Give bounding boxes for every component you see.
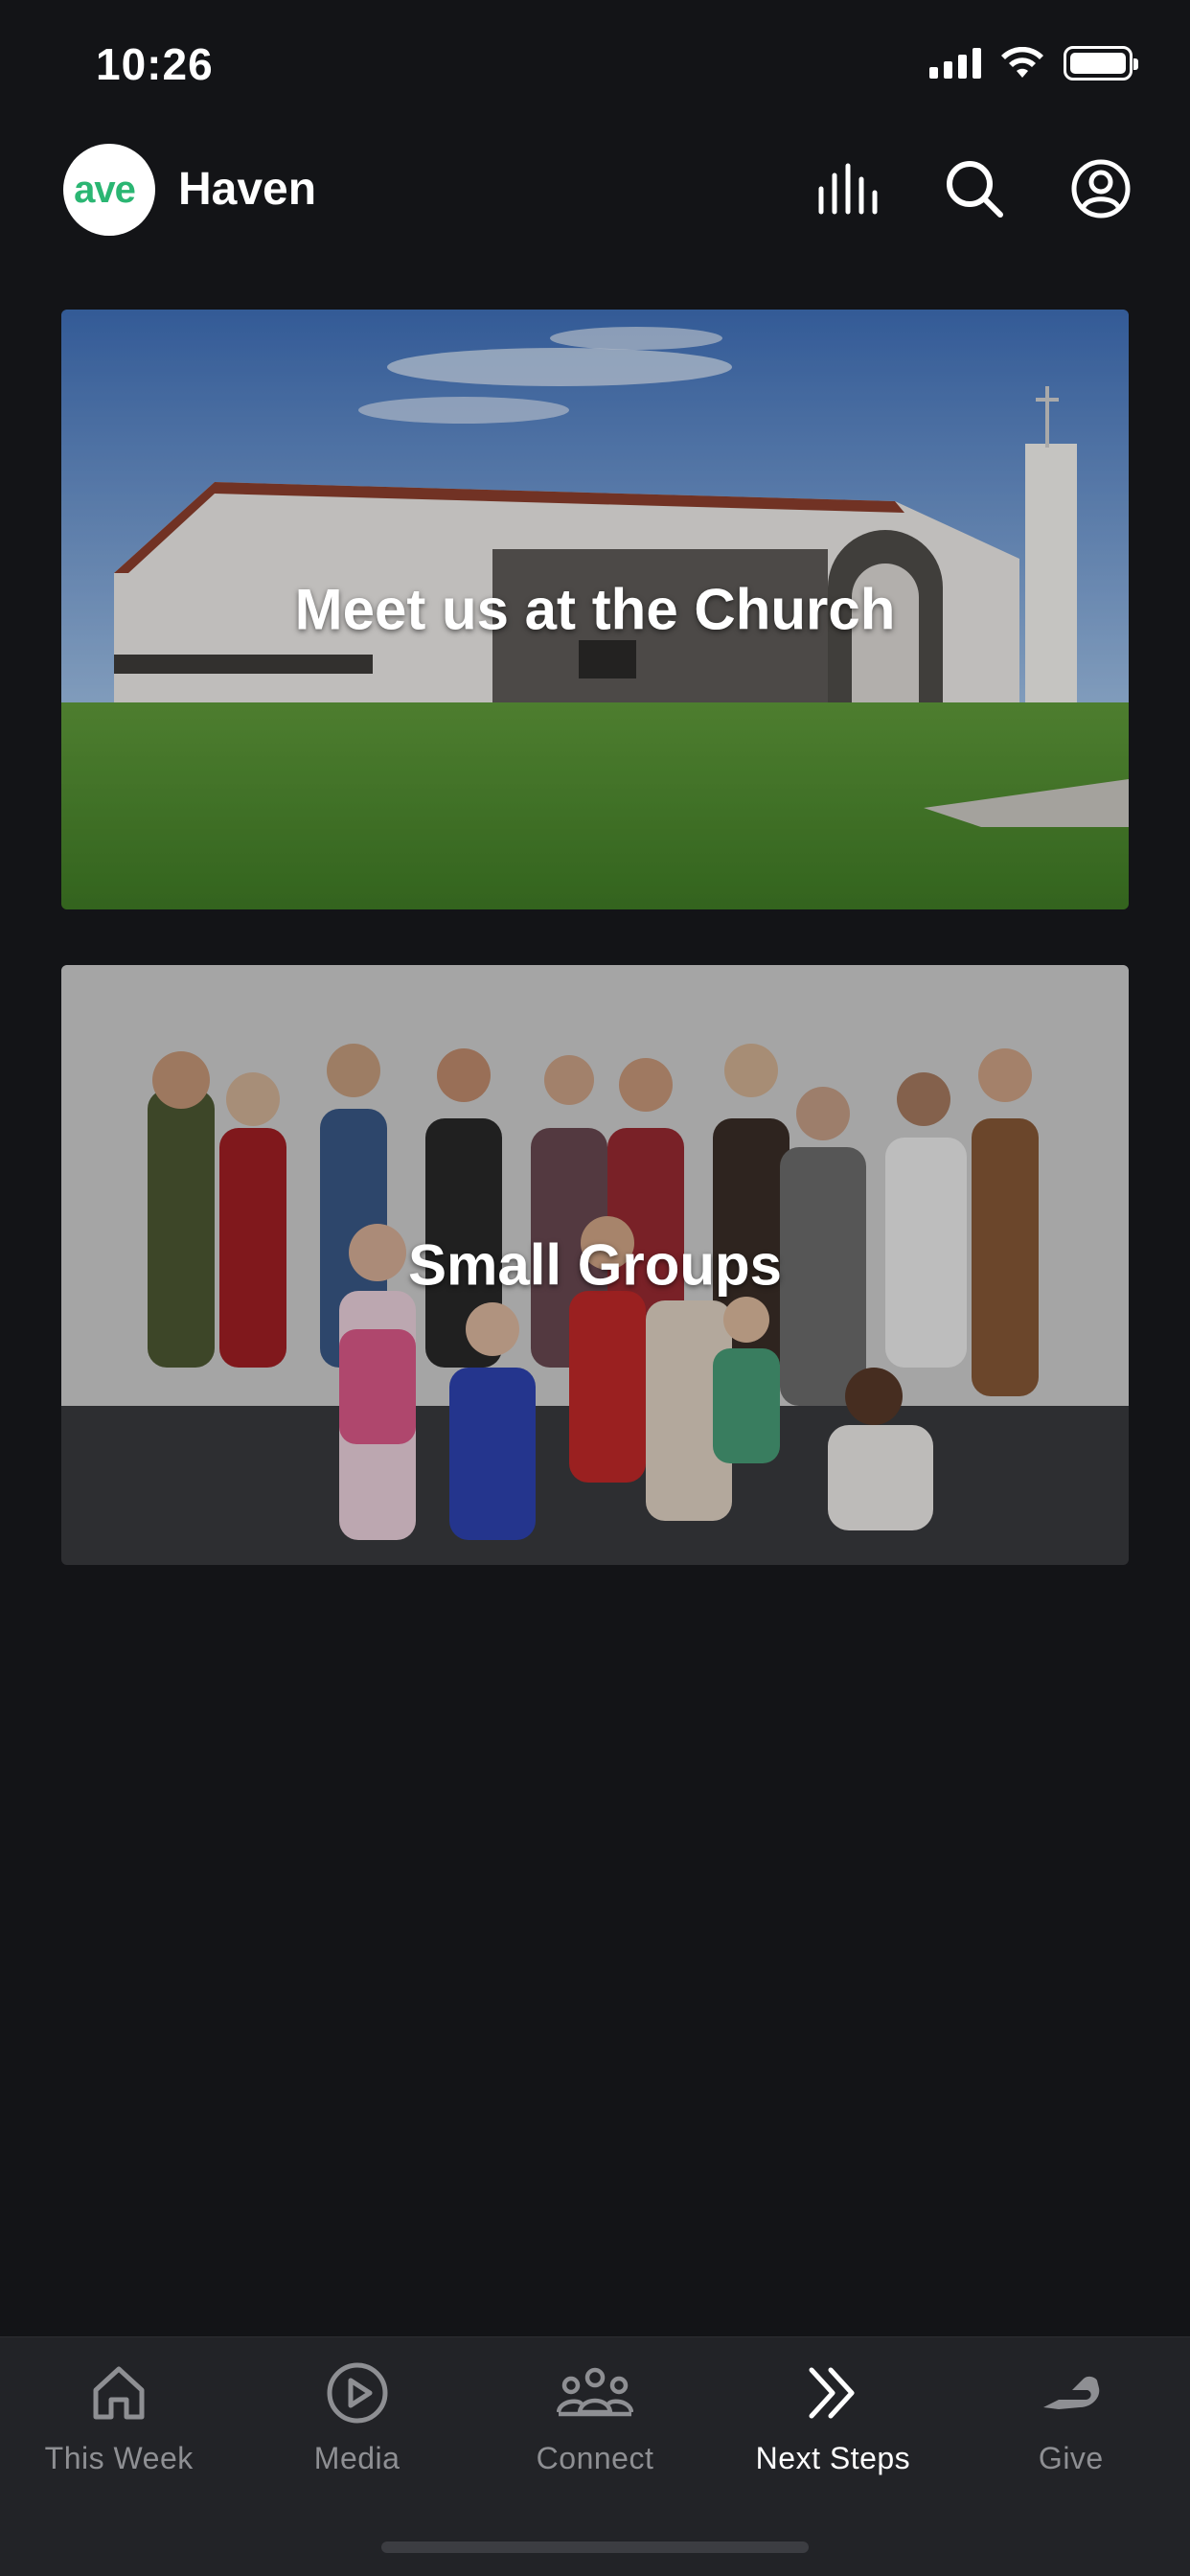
home-indicator[interactable] [381, 2542, 809, 2553]
header-actions [814, 155, 1134, 222]
audio-bars-icon[interactable] [814, 155, 881, 222]
tab-label: Connect [536, 2441, 654, 2475]
status-time: 10:26 [96, 39, 214, 89]
battery-icon [1064, 46, 1138, 80]
hand-icon [1033, 2358, 1110, 2427]
status-bar: 10:26 [0, 0, 1190, 134]
play-circle-icon [319, 2358, 396, 2427]
cellular-signal-icon [929, 48, 981, 79]
tab-label: This Week [44, 2441, 194, 2475]
app-logo[interactable]: ave [63, 144, 155, 236]
tab-this-week[interactable]: This Week [0, 2358, 238, 2500]
tab-give[interactable]: Give [952, 2358, 1190, 2500]
card-title: Meet us at the Church [294, 577, 896, 642]
status-icons [929, 46, 1138, 80]
home-icon [80, 2358, 157, 2427]
people-icon [557, 2358, 634, 2427]
screen: 10:26 ave Haven Meet us at the Church Sm… [0, 0, 1190, 2576]
profile-icon[interactable] [1067, 155, 1134, 222]
search-icon[interactable] [941, 155, 1008, 222]
app-header: ave Haven [0, 134, 1190, 249]
tab-next-steps[interactable]: Next Steps [714, 2358, 951, 2500]
card-title: Small Groups [407, 1232, 783, 1298]
double-chevron-right-icon [794, 2358, 871, 2427]
tab-label: Next Steps [755, 2441, 911, 2475]
small-groups-card[interactable]: Small Groups [61, 965, 1129, 1565]
app-title: Haven [178, 164, 317, 215]
church-card[interactable]: Meet us at the Church [61, 310, 1129, 909]
tab-bar: This Week Media Connect Next Steps Give [0, 2336, 1190, 2576]
wifi-icon [1001, 47, 1043, 78]
logo-text: ave [74, 168, 136, 211]
tab-label: Give [1038, 2441, 1104, 2475]
tab-media[interactable]: Media [238, 2358, 475, 2500]
tab-label: Media [313, 2441, 400, 2475]
tab-connect[interactable]: Connect [476, 2358, 714, 2500]
